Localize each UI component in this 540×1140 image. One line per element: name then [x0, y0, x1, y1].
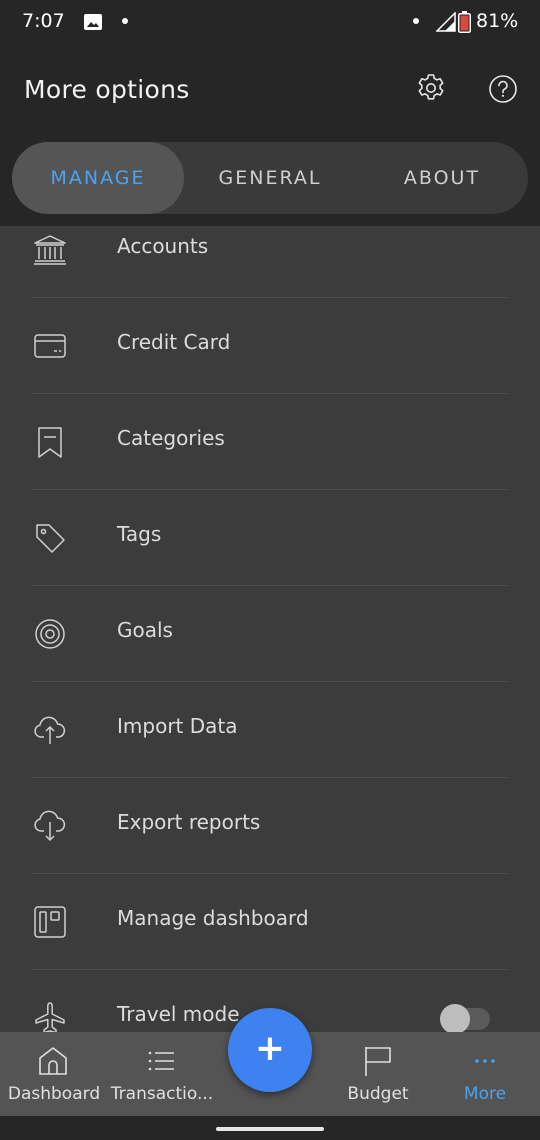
list-item-manage-dashboard[interactable]: Manage dashboard [0, 874, 540, 970]
tag-icon [36, 524, 65, 553]
nav-dashboard[interactable]: Dashboard [0, 1032, 108, 1116]
status-time: 7:07 [22, 10, 65, 32]
nav-label: Dashboard [7, 1084, 101, 1104]
list-item-accounts[interactable]: Accounts [0, 226, 540, 298]
list-item-label: Goals [117, 618, 173, 642]
list-item-credit-card[interactable]: Credit Card [0, 298, 540, 394]
target-icon [35, 619, 65, 649]
more-dots-icon [475, 1059, 495, 1063]
nav-label: Budget [347, 1084, 409, 1104]
nav-label: More [463, 1084, 507, 1104]
list-item-tags[interactable]: Tags [0, 490, 540, 586]
header: More options MANAGE GENERAL ABOUT [0, 46, 540, 226]
list-item-label: Travel mode [117, 1002, 240, 1026]
tab-manage[interactable]: MANAGE [12, 142, 184, 214]
list-item-label: Accounts [117, 234, 209, 258]
battery-icon [458, 11, 471, 33]
status-bar: 7:07 81% [0, 0, 540, 46]
airplane-icon [35, 1002, 65, 1032]
gesture-handle[interactable] [216, 1127, 324, 1131]
bank-icon [34, 235, 66, 265]
signal-icon [436, 12, 456, 32]
nav-transactions[interactable]: Transactio... [106, 1032, 218, 1116]
toggle-knob [440, 1004, 470, 1032]
tab-about[interactable]: ABOUT [356, 142, 528, 214]
image-notification-icon [84, 14, 102, 30]
dashboard-layout-icon [34, 906, 66, 938]
cloud-upload-icon [34, 716, 66, 744]
home-icon [39, 1047, 67, 1075]
nav-budget[interactable]: Budget [330, 1032, 426, 1116]
list-item-label: Credit Card [117, 330, 231, 354]
nav-more[interactable]: More [440, 1032, 530, 1116]
cloud-download-icon [34, 810, 66, 842]
list-item-categories[interactable]: Categories [0, 394, 540, 490]
tab-general[interactable]: GENERAL [184, 142, 356, 214]
credit-card-icon [34, 334, 66, 358]
list-item-label: Categories [117, 426, 225, 450]
system-navigation-bar [0, 1116, 540, 1140]
list-icon [148, 1051, 174, 1071]
nav-label: Transactio... [110, 1084, 214, 1104]
list-item-label: Import Data [117, 714, 238, 738]
notification-dot-icon [413, 18, 419, 24]
page-title: More options [24, 75, 190, 104]
tab-bar: MANAGE GENERAL ABOUT [12, 142, 528, 214]
plus-icon: + [254, 1028, 286, 1069]
list-item-import-data[interactable]: Import Data [0, 682, 540, 778]
add-transaction-button[interactable]: + [228, 1008, 312, 1092]
list-item-label: Tags [117, 522, 162, 546]
list-item-label: Manage dashboard [117, 906, 309, 930]
list-item-label: Export reports [117, 810, 261, 834]
help-icon[interactable] [488, 74, 518, 104]
battery-percentage: 81% [476, 10, 519, 32]
bookmark-icon [38, 427, 62, 458]
notification-dot-icon [122, 18, 128, 24]
list-item-goals[interactable]: Goals [0, 586, 540, 682]
travel-mode-toggle[interactable] [440, 1004, 490, 1032]
flag-icon [365, 1047, 391, 1076]
gear-icon[interactable] [415, 72, 447, 104]
list-item-export-reports[interactable]: Export reports [0, 778, 540, 874]
options-list: Accounts Credit Card Categories Tags Goa… [0, 226, 540, 1032]
